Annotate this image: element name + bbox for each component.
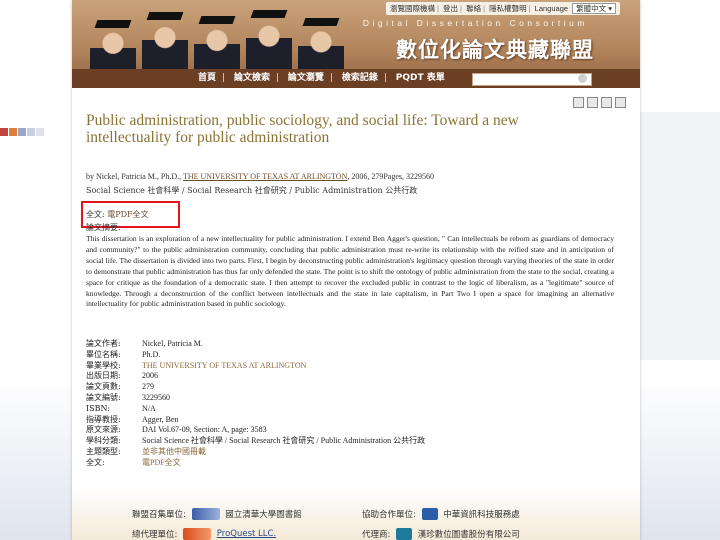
meta-label: ISBN: <box>86 403 110 413</box>
record-tools <box>570 95 626 113</box>
search-input[interactable] <box>472 73 592 86</box>
meta-label: 主題類型: <box>86 446 121 456</box>
footer: 聯盟召集單位: 國立清華大學圖書館 協助合作單位: 中華資訊科技服務處 總代理單… <box>72 486 640 540</box>
footer-partner: 協助合作單位: 中華資訊科技服務處 <box>362 508 520 520</box>
meta-row: 論文作者: Nickel, Patricia M. <box>86 339 425 350</box>
meta-label: 論文編號: <box>86 392 121 402</box>
save-icon[interactable] <box>573 97 584 108</box>
meta-row: 論文頁數: 279 <box>86 382 425 393</box>
nav-search[interactable]: 論文檢索 <box>234 73 270 83</box>
top-link-logout[interactable]: 登出 <box>443 4 458 13</box>
meta-label: 畢業學校: <box>86 360 121 370</box>
meta-value-link[interactable]: THE UNIVERSITY OF TEXAS AT ARLINGTON <box>142 361 306 370</box>
nav-pqdt-form[interactable]: PQDT 表單 <box>396 73 445 83</box>
meta-value: 3229560 <box>142 392 170 402</box>
meta-value: 279 <box>142 382 154 392</box>
main-nav: 首頁 | 論文檢索 | 論文瀏覽 | 檢索記錄 | PQDT 表單 <box>72 69 640 88</box>
export-icon[interactable] <box>615 97 626 108</box>
top-link-browse[interactable]: 瀏覽國際機構 <box>390 4 435 13</box>
slide-decoration <box>0 123 45 141</box>
email-icon[interactable] <box>587 97 598 108</box>
footer-agent-label: 總代理單位: <box>132 530 178 540</box>
site-banner: 瀏覽國際機構 | 登出 | 聯絡 | 隱私權聲明 | Language 繁體中文 ▾ D… <box>72 0 640 88</box>
footer-reseller-label: 代理商: <box>362 530 391 540</box>
byline-details: , 2006, 279Pages, 3229560 <box>347 172 435 181</box>
footer-reseller-org[interactable]: 漢珍數位圖書股份有限公司 <box>418 530 520 540</box>
footer-partner-org[interactable]: 中華資訊科技服務處 <box>443 510 520 520</box>
meta-value: Social Science 社會科學 / Social Research 社會… <box>142 436 426 446</box>
nthu-logo-icon <box>191 508 220 520</box>
print-icon[interactable] <box>601 97 612 108</box>
partner-logo-icon <box>421 508 438 520</box>
top-link-privacy[interactable]: 隱私權聲明 <box>489 4 527 13</box>
proquest-link[interactable]: ProQuest LLC. <box>217 529 276 539</box>
meta-value-link[interactable]: 並非其他中國冊載 <box>142 447 206 456</box>
meta-row: 原文來源: DAI Vol.67-09, Section: A, page: 35… <box>86 425 425 436</box>
top-link-contact[interactable]: 聯絡 <box>466 4 481 13</box>
site-title: 數位化論文典藏聯盟 <box>396 38 594 62</box>
footer-agent: 總代理單位: ProQuest LLC. <box>132 528 276 540</box>
meta-label: 出版日期: <box>86 371 121 381</box>
meta-row: 畢位名稱: Ph.D. <box>86 350 425 361</box>
footer-reseller: 代理商: 漢珍數位圖書股份有限公司 <box>362 528 520 540</box>
meta-label: 全文: <box>86 457 105 467</box>
record-byline: by Nickel, Patricia M., Ph.D., THE UNIVE… <box>86 172 616 181</box>
meta-value: DAI Vol.67-09, Section: A, page: 3583 <box>142 425 267 435</box>
meta-label: 畢位名稱: <box>86 349 121 359</box>
meta-pdf-link[interactable]: 電PDF全文 <box>142 458 181 467</box>
meta-label: 論文作者: <box>86 339 121 348</box>
school-link[interactable]: THE UNIVERSITY OF TEXAS AT ARLINGTON <box>183 172 347 181</box>
language-label: Language <box>534 4 569 13</box>
nav-browse[interactable]: 論文瀏覽 <box>288 73 324 83</box>
meta-label: 論文頁數: <box>86 382 121 392</box>
meta-row: 學科分類: Social Science 社會科學 / Social Resear… <box>86 436 425 447</box>
meta-value: N/A <box>142 403 156 413</box>
footer-convener-label: 聯盟召集單位: <box>132 510 186 520</box>
search-icon[interactable] <box>578 74 587 83</box>
nav-home[interactable]: 首頁 <box>198 73 216 83</box>
meta-row: 全文: 電PDF全文 <box>86 458 425 469</box>
meta-label: 指導教授: <box>86 414 121 424</box>
language-select[interactable]: 繁體中文 ▾ <box>572 3 616 14</box>
footer-convener-org[interactable]: 國立清華大學圖書館 <box>225 510 302 520</box>
meta-row: 論文編號: 3229560 <box>86 393 425 404</box>
byline-author: by Nickel, Patricia M., Ph.D., <box>86 172 182 181</box>
record-title: Public administration, public sociology,… <box>86 112 519 146</box>
abstract-text: This dissertation is an exploration of a… <box>86 234 614 309</box>
consortium-subtitle: Digital Dissertation Consortium <box>362 18 588 28</box>
footer-partner-label: 協助合作單位: <box>362 510 416 520</box>
meta-value: Ph.D. <box>142 349 161 359</box>
record-subjects: Social Science 社會科學 / Social Research 社會… <box>86 186 418 195</box>
metadata-table: 論文作者: Nickel, Patricia M. 畢位名稱: Ph.D. 畢業學校… <box>86 339 425 469</box>
meta-value: Agger, Ben <box>142 414 179 424</box>
nav-history[interactable]: 檢索記錄 <box>342 73 378 83</box>
meta-value: Nickel, Patricia M. <box>142 339 203 348</box>
meta-row: 指導教授: Agger, Ben <box>86 415 425 426</box>
reseller-logo-icon <box>396 528 413 540</box>
meta-row: 主題類型: 並非其他中國冊載 <box>86 447 425 458</box>
proquest-logo-icon <box>183 528 212 540</box>
meta-label: 原文來源: <box>86 425 121 435</box>
meta-row: 出版日期: 2006 <box>86 371 425 382</box>
meta-row: 畢業學校: THE UNIVERSITY OF TEXAS AT ARLINGTO… <box>86 361 425 372</box>
abstract-label: 論文摘要: <box>86 223 121 232</box>
language-value: 繁體中文 <box>576 4 607 13</box>
meta-row: ISBN: N/A <box>86 404 425 415</box>
meta-value: 2006 <box>142 371 158 381</box>
browser-page: 瀏覽國際機構 | 登出 | 聯絡 | 隱私權聲明 | Language 繁體中文 ▾ D… <box>72 0 640 540</box>
footer-convener: 聯盟召集單位: 國立清華大學圖書館 <box>132 508 302 520</box>
slide-side-panel <box>640 112 720 360</box>
top-links-bar: 瀏覽國際機構 | 登出 | 聯絡 | 隱私權聲明 | Language 繁體中文 ▾ <box>385 2 620 15</box>
meta-label: 學科分類: <box>86 436 121 446</box>
